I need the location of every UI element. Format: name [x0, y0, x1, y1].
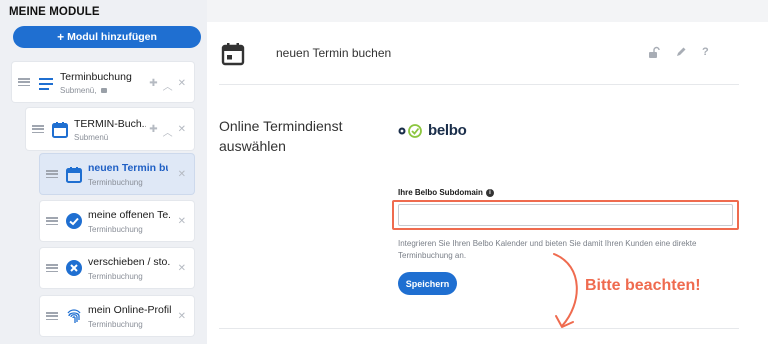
annotation-arrow-icon: [553, 253, 578, 328]
list-icon: [39, 78, 53, 90]
drag-handle-icon[interactable]: [18, 78, 30, 87]
section-label: Online Termindienst auswählen: [219, 118, 343, 154]
module-title: meine offenen Te...: [88, 209, 170, 221]
check-circle-icon: [66, 213, 82, 229]
drag-handle-icon[interactable]: [46, 170, 58, 179]
divider: [219, 328, 739, 329]
top-bar: [207, 0, 768, 22]
divider: [219, 84, 739, 85]
close-icon[interactable]: ✕: [178, 78, 186, 93]
module-subtitle: Submenü: [74, 133, 109, 142]
close-icon[interactable]: ✕: [178, 169, 186, 180]
pencil-icon[interactable]: [675, 46, 687, 58]
module-item-termin-buchung[interactable]: TERMIN-Buch... Submenü ✚ ︿ ✕: [26, 108, 194, 150]
module-subtitle: Submenü,: [60, 86, 97, 95]
close-icon[interactable]: ✕: [178, 263, 186, 274]
add-module-button[interactable]: + Modul hinzufügen: [13, 26, 201, 48]
belbo-logo-text: belbo: [428, 122, 467, 139]
sidebar: MEINE MODULE + Modul hinzufügen Terminbu…: [0, 0, 207, 344]
calendar-icon: [52, 122, 68, 138]
module-item-online-profil[interactable]: mein Online-Profil Terminbuchung ✕: [40, 296, 194, 336]
lock-icon: [100, 88, 107, 94]
module-item-verschieben[interactable]: verschieben / sto... Terminbuchung ✕: [40, 248, 194, 288]
subdomain-label: Ihre Belbo Subdomain i: [398, 188, 494, 197]
module-item-terminbuchung[interactable]: Terminbuchung Submenü, ✚ ︿ ✕: [12, 62, 194, 102]
drag-handle-icon[interactable]: [46, 217, 58, 226]
module-title: verschieben / sto...: [88, 256, 170, 268]
header-tools: ?: [648, 46, 709, 58]
add-icon[interactable]: ✚: [149, 78, 157, 93]
module-subtitle: Terminbuchung: [88, 178, 143, 187]
close-icon[interactable]: ✕: [178, 216, 186, 227]
cancel-circle-icon: [66, 260, 82, 276]
chevron-up-icon[interactable]: ︿: [163, 124, 173, 139]
chevron-up-icon[interactable]: ︿: [163, 78, 173, 93]
calendar-icon: [66, 167, 82, 183]
add-icon[interactable]: ✚: [149, 124, 157, 139]
drag-handle-icon[interactable]: [46, 312, 58, 321]
page-title: neuen Termin buchen: [276, 46, 392, 60]
subdomain-label-text: Ihre Belbo Subdomain: [398, 188, 483, 197]
help-icon[interactable]: ?: [702, 46, 709, 58]
close-icon[interactable]: ✕: [178, 124, 186, 139]
unlock-icon[interactable]: [648, 46, 660, 58]
subdomain-input[interactable]: [398, 204, 733, 226]
calendar-icon: [221, 43, 245, 66]
plus-icon: +: [57, 30, 65, 44]
module-title: neuen Termin bu: [88, 162, 168, 174]
module-subtitle: Terminbuchung: [88, 320, 143, 329]
drag-handle-icon[interactable]: [32, 125, 44, 134]
module-title: TERMIN-Buch...: [74, 118, 146, 130]
save-button[interactable]: Speichern: [398, 272, 457, 295]
fingerprint-icon: [67, 309, 81, 323]
add-module-label: Modul hinzufügen: [67, 31, 157, 43]
module-item-offene-termine[interactable]: meine offenen Te... Terminbuchung ✕: [40, 201, 194, 241]
module-title: Terminbuchung: [60, 71, 132, 83]
belbo-logo-icon: [398, 123, 422, 138]
info-icon[interactable]: i: [485, 188, 494, 197]
module-item-neuen-termin[interactable]: neuen Termin bu Terminbuchung ✕: [40, 154, 194, 194]
module-title: mein Online-Profil: [88, 304, 172, 316]
belbo-logo[interactable]: belbo: [398, 122, 467, 139]
module-subtitle: Terminbuchung: [88, 225, 143, 234]
drag-handle-icon[interactable]: [46, 264, 58, 273]
close-icon[interactable]: ✕: [178, 311, 186, 322]
annotation-text: Bitte beachten!: [585, 277, 701, 294]
module-subtitle: Terminbuchung: [88, 272, 143, 281]
sidebar-title: MEINE MODULE: [9, 6, 100, 18]
